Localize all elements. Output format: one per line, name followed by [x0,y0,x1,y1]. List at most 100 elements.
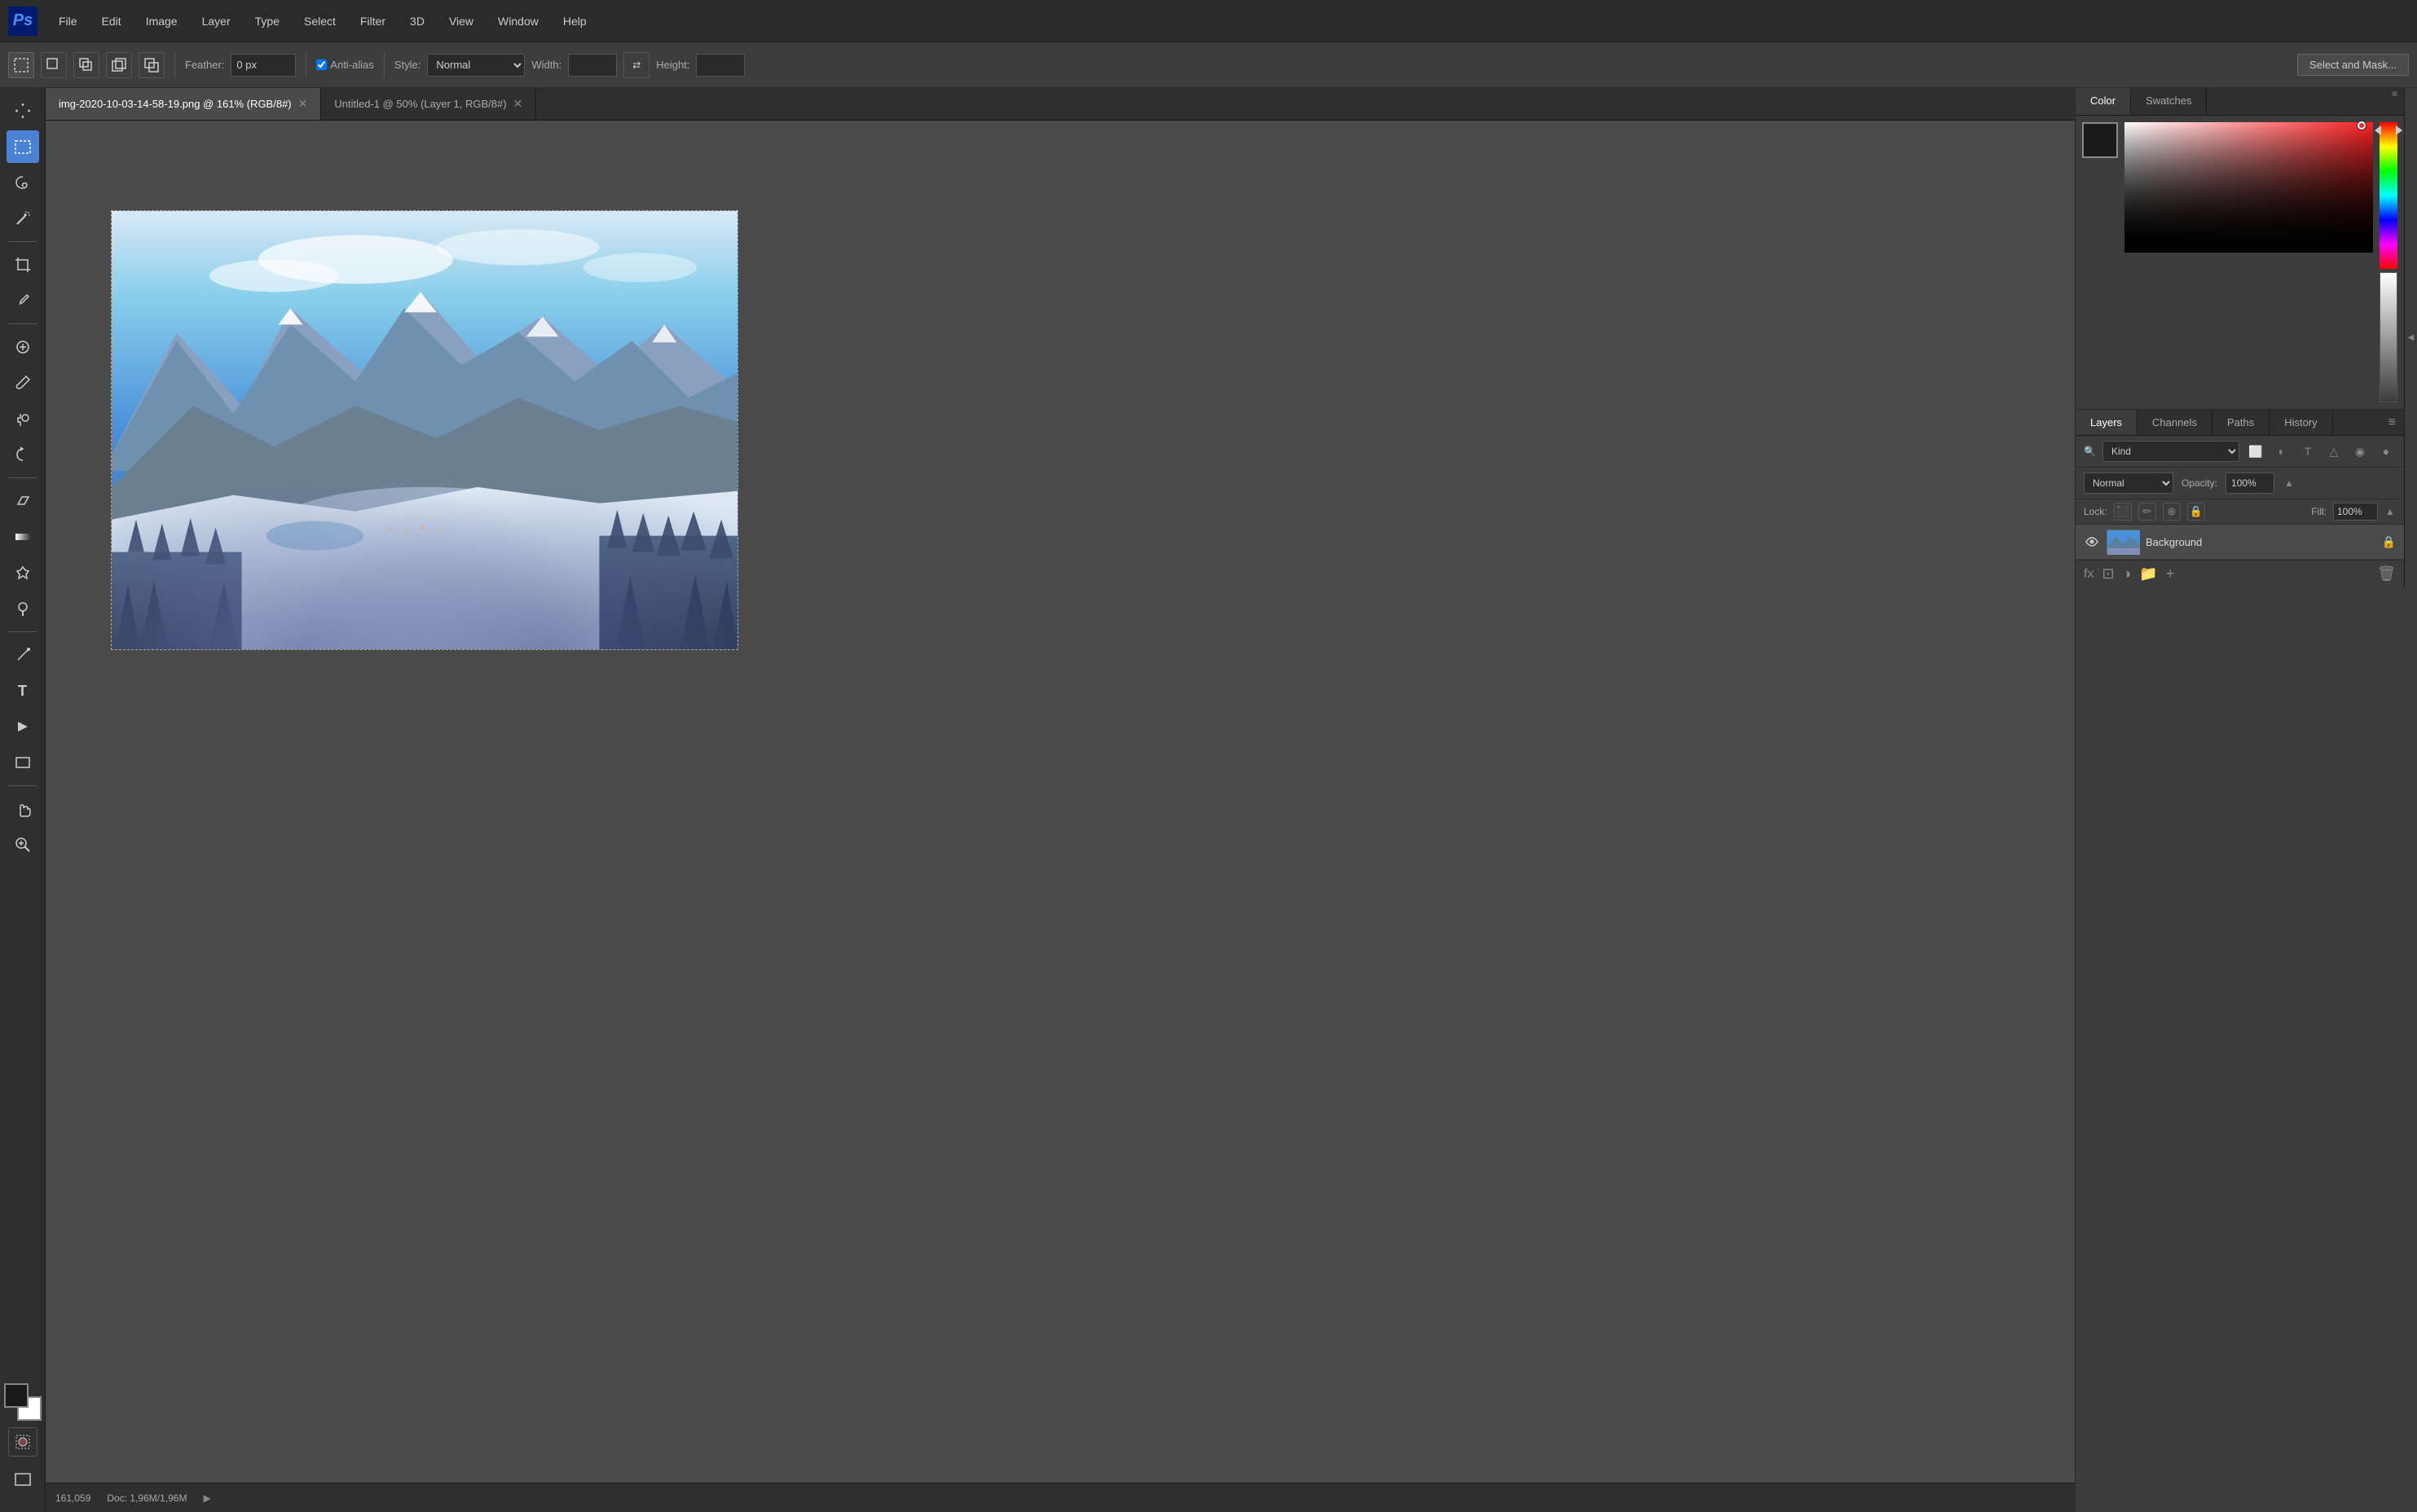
gradient-tool[interactable] [7,521,39,553]
menu-help[interactable]: Help [552,11,598,31]
app-logo: Ps [8,7,37,36]
height-input[interactable] [696,54,745,77]
add-mask-btn[interactable]: ⊡ [2102,565,2114,582]
folder-btn[interactable]: 📁 [2139,565,2157,582]
hand-tool[interactable] [7,793,39,825]
feather-input[interactable] [231,54,296,77]
tool-sep-5 [8,785,37,786]
type-tool[interactable]: T [7,675,39,707]
lasso-tool[interactable] [7,166,39,199]
layer-lock-icon: 🔒 [2382,535,2396,549]
menu-type[interactable]: Type [244,11,291,31]
eyedropper-tool[interactable] [7,284,39,317]
tab1-close[interactable]: ✕ [298,97,308,111]
more-info-btn[interactable]: ▶ [203,1492,210,1504]
clone-stamp-tool[interactable] [7,402,39,435]
tab-img2[interactable]: Untitled-1 @ 50% (Layer 1, RGB/8#) ✕ [321,88,536,120]
swatches-tab[interactable]: Swatches [2131,88,2207,115]
tab-img1[interactable]: img-2020-10-03-14-58-19.png @ 161% (RGB/… [46,88,321,120]
channels-tab[interactable]: Channels [2137,410,2212,435]
lock-pixels-btn[interactable]: ⬛ [2114,503,2132,521]
history-tab[interactable]: History [2270,410,2332,435]
filter-pixel-icon[interactable]: ⬜ [2246,442,2265,461]
shape-tool[interactable] [7,746,39,779]
menu-3d[interactable]: 3D [398,11,436,31]
zoom-tool[interactable] [7,829,39,861]
menu-window[interactable]: Window [486,11,550,31]
visibility-eye[interactable] [2084,534,2100,550]
color-tab[interactable]: Color [2076,88,2131,115]
menu-filter[interactable]: Filter [349,11,397,31]
new-selection-btn[interactable] [41,52,67,78]
menu-image[interactable]: Image [134,11,189,31]
panel-collapse-btn[interactable]: ◀ [2404,88,2417,587]
dodge-tool[interactable] [7,592,39,625]
layer-background[interactable]: Background 🔒 [2076,525,2404,560]
doc-info: Doc: 1,96M/1,96M [107,1492,187,1504]
canvas-area[interactable] [46,121,2075,1483]
path-select-tool[interactable] [7,710,39,743]
canvas-image-container [111,210,738,650]
marquee-tool[interactable] [7,130,39,163]
add-selection-btn[interactable] [73,52,99,78]
screen-mode-btn[interactable] [7,1463,39,1496]
eraser-tool[interactable] [7,485,39,517]
menu-layer[interactable]: Layer [191,11,242,31]
new-layer-btn[interactable]: + [2166,565,2175,582]
tab2-close[interactable]: ✕ [513,97,523,111]
tool-sep-3 [8,477,37,478]
history-brush-tool[interactable] [7,438,39,471]
style-dropdown[interactable]: Normal Fixed Ratio Fixed Size [427,54,525,77]
filter-toggle[interactable]: ● [2376,442,2396,461]
intersect-selection-btn[interactable] [139,52,165,78]
color-gradient[interactable] [2124,122,2373,253]
foreground-swatch[interactable] [2082,122,2118,158]
menu-view[interactable]: View [438,11,485,31]
quick-mask-btn[interactable] [8,1427,37,1457]
blur-tool[interactable] [7,556,39,589]
filter-smart-icon[interactable]: ◉ [2350,442,2370,461]
opacity-stepper[interactable]: ▲ [2283,477,2296,490]
select-and-mask-btn[interactable]: Select and Mask... [2297,54,2409,76]
opacity-spectrum[interactable] [2380,272,2397,402]
layers-tab[interactable]: Layers [2076,410,2137,435]
menu-edit[interactable]: Edit [90,11,133,31]
color-panel-menu[interactable]: ≡ [2385,88,2404,115]
healing-tool[interactable] [7,331,39,363]
lock-position-btn[interactable]: ✏ [2138,503,2156,521]
swap-dimensions-btn[interactable]: ⇄ [623,52,649,78]
filter-type-icon[interactable]: T [2298,442,2318,461]
kind-filter[interactable]: Kind [2102,441,2239,462]
fill-stepper[interactable]: ▲ [2384,506,2396,517]
paths-tab[interactable]: Paths [2212,410,2270,435]
lock-artboard-btn[interactable]: ⊕ [2163,503,2181,521]
lock-all-btn[interactable]: 🔒 [2187,503,2205,521]
anti-alias-checkbox[interactable] [316,59,327,70]
layers-panel-tabs: Layers Channels Paths History ≡ [2076,410,2404,436]
delete-layer-btn[interactable]: 🗑 [2377,565,2396,582]
layers-panel-menu[interactable]: ≡ [2380,412,2404,433]
menu-file[interactable]: File [47,11,89,31]
anti-alias-label: Anti-alias [316,59,373,71]
width-input[interactable] [568,54,617,77]
foreground-color[interactable] [4,1383,29,1408]
color-spectrum[interactable] [2380,122,2397,269]
fill-input[interactable] [2333,503,2378,521]
foreground-background-colors[interactable] [4,1383,42,1421]
lock-row: Lock: ⬛ ✏ ⊕ 🔒 Fill: ▲ [2076,499,2404,525]
tool-options-marquee-icon[interactable] [8,52,34,78]
filter-shape-icon[interactable]: △ [2324,442,2344,461]
blend-mode-dropdown[interactable]: Normal [2084,472,2173,494]
move-tool[interactable] [7,94,39,127]
pen-tool[interactable] [7,639,39,671]
fx-btn[interactable]: fx [2084,567,2093,582]
subtract-selection-btn[interactable] [106,52,132,78]
adjustment-btn[interactable]: ◑ [2123,565,2132,582]
magic-wand-tool[interactable] [7,202,39,235]
brush-tool[interactable] [7,367,39,399]
crop-tool[interactable] [7,248,39,281]
filter-adjustment-icon[interactable]: ◐ [2272,442,2292,461]
tool-sep-4 [8,631,37,632]
opacity-input[interactable] [2225,472,2274,494]
menu-select[interactable]: Select [293,11,347,31]
